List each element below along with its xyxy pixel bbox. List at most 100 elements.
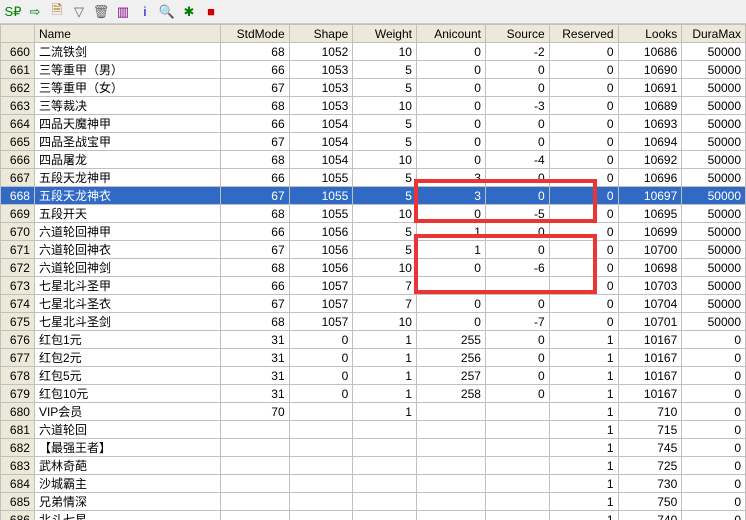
cell-looks[interactable]: 10699 [618,223,682,241]
cell-duramax[interactable]: 50000 [682,187,746,205]
cell-reserved[interactable]: 0 [549,79,618,97]
table-row[interactable]: 683武林奇葩17250 [1,457,746,475]
row-number[interactable]: 677 [1,349,35,367]
cell-duramax[interactable]: 0 [682,421,746,439]
table-row[interactable]: 686北斗七星17400 [1,511,746,520]
cell-stdmode[interactable] [220,421,289,439]
cell-looks[interactable]: 10698 [618,259,682,277]
cell-looks[interactable]: 10704 [618,295,682,313]
cell-name[interactable]: 【最强王者】 [34,439,220,457]
cell-name[interactable]: 红包2元 [34,349,220,367]
cell-source[interactable]: -6 [485,259,549,277]
row-number[interactable]: 661 [1,61,35,79]
data-grid[interactable]: NameStdModeShapeWeightAnicountSourceRese… [0,24,746,520]
cell-source[interactable]: 0 [485,349,549,367]
cell-duramax[interactable]: 50000 [682,277,746,295]
cell-source[interactable]: 0 [485,133,549,151]
table-row[interactable]: 660二流铁剑681052100-201068650000 [1,43,746,61]
cell-weight[interactable]: 1 [353,403,417,421]
cell-reserved[interactable]: 1 [549,403,618,421]
row-number[interactable]: 682 [1,439,35,457]
export-icon[interactable]: 🗎 [48,3,66,21]
cell-name[interactable]: 七星北斗圣甲 [34,277,220,295]
cell-looks[interactable]: 10693 [618,115,682,133]
cell-weight[interactable]: 5 [353,133,417,151]
cell-shape[interactable] [289,403,353,421]
cell-stdmode[interactable]: 31 [220,385,289,403]
row-number[interactable]: 684 [1,475,35,493]
cell-stdmode[interactable]: 66 [220,61,289,79]
cell-name[interactable]: 三等重甲（男） [34,61,220,79]
cell-looks[interactable]: 10167 [618,349,682,367]
cell-weight[interactable]: 10 [353,43,417,61]
cell-stdmode[interactable]: 31 [220,367,289,385]
filter-icon[interactable]: ▽ [70,3,88,21]
cell-duramax[interactable]: 50000 [682,169,746,187]
cell-name[interactable]: 七星北斗圣剑 [34,313,220,331]
trash-icon[interactable]: 🗑 [92,3,110,21]
col-header-Reserved[interactable]: Reserved [549,25,618,43]
cell-duramax[interactable]: 50000 [682,205,746,223]
cell-name[interactable]: 北斗七星 [34,511,220,520]
cell-anicount[interactable]: 0 [416,43,485,61]
cell-anicount[interactable] [416,403,485,421]
cell-duramax[interactable]: 50000 [682,259,746,277]
cell-source[interactable] [485,439,549,457]
cell-duramax[interactable]: 50000 [682,133,746,151]
cell-stdmode[interactable]: 66 [220,223,289,241]
cell-weight[interactable] [353,511,417,520]
cell-duramax[interactable]: 50000 [682,295,746,313]
row-number[interactable]: 662 [1,79,35,97]
cell-reserved[interactable]: 1 [549,511,618,520]
cell-shape[interactable]: 1054 [289,115,353,133]
cell-anicount[interactable] [416,493,485,511]
cell-weight[interactable]: 10 [353,151,417,169]
cell-reserved[interactable]: 0 [549,205,618,223]
cell-shape[interactable]: 1055 [289,169,353,187]
row-number[interactable]: 679 [1,385,35,403]
cell-weight[interactable] [353,493,417,511]
cell-weight[interactable]: 10 [353,313,417,331]
cell-shape[interactable] [289,493,353,511]
row-number[interactable]: 685 [1,493,35,511]
search-icon[interactable]: 🔍 [158,3,176,21]
col-header-Name[interactable]: Name [34,25,220,43]
cell-shape[interactable]: 0 [289,331,353,349]
cell-name[interactable]: 兄弟情深 [34,493,220,511]
table-row[interactable]: 664四品天魔神甲66105450001069350000 [1,115,746,133]
cell-weight[interactable]: 5 [353,115,417,133]
row-number[interactable]: 669 [1,205,35,223]
cell-reserved[interactable]: 1 [549,367,618,385]
cell-anicount[interactable]: 0 [416,205,485,223]
cell-weight[interactable] [353,475,417,493]
cell-source[interactable]: 0 [485,79,549,97]
cell-anicount[interactable]: 0 [416,313,485,331]
cell-duramax[interactable]: 0 [682,331,746,349]
cell-shape[interactable]: 1055 [289,205,353,223]
run-icon[interactable]: ✱ [180,3,198,21]
cell-weight[interactable]: 5 [353,169,417,187]
cell-duramax[interactable]: 0 [682,493,746,511]
cell-anicount[interactable] [416,421,485,439]
row-number[interactable]: 668 [1,187,35,205]
cell-shape[interactable]: 1052 [289,43,353,61]
row-number[interactable]: 672 [1,259,35,277]
cell-shape[interactable]: 1057 [289,313,353,331]
row-number[interactable]: 664 [1,115,35,133]
cell-anicount[interactable]: 0 [416,295,485,313]
table-row[interactable]: 677红包2元310125601101670 [1,349,746,367]
table-row[interactable]: 671六道轮回神衣67105651001070050000 [1,241,746,259]
cell-duramax[interactable]: 0 [682,367,746,385]
cell-anicount[interactable]: 0 [416,115,485,133]
cell-shape[interactable]: 1054 [289,151,353,169]
cell-reserved[interactable]: 0 [549,277,618,295]
cell-source[interactable]: 0 [485,331,549,349]
cell-reserved[interactable]: 1 [549,331,618,349]
table-row[interactable]: 676红包1元310125501101670 [1,331,746,349]
cell-source[interactable]: -5 [485,205,549,223]
columns-icon[interactable]: ▥ [114,3,132,21]
row-number[interactable]: 674 [1,295,35,313]
cell-stdmode[interactable]: 67 [220,295,289,313]
cell-duramax[interactable]: 0 [682,385,746,403]
arrow-right-icon[interactable]: ⇨ [26,3,44,21]
